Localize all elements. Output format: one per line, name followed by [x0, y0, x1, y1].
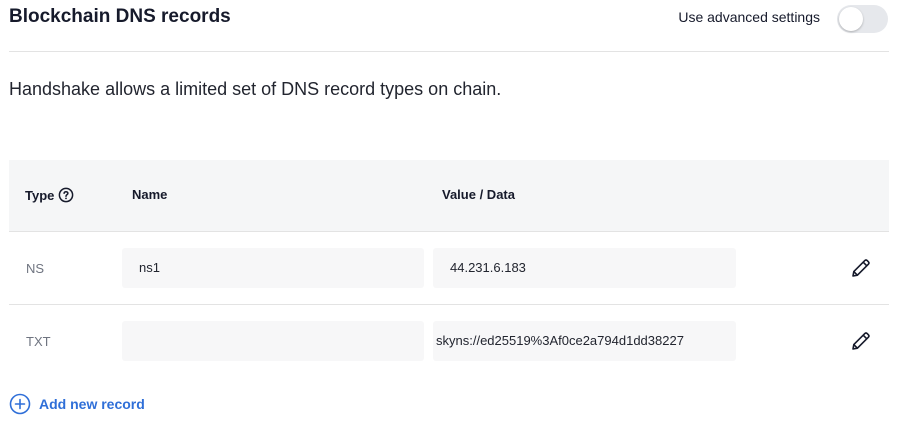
dns-records-table: Type Name Value / Data NS ns1 44.231.6.1… [9, 160, 889, 377]
plus-circle-icon [9, 393, 31, 415]
column-header-name: Name [132, 187, 168, 202]
add-record-button[interactable]: Add new record [9, 393, 145, 415]
add-record-label: Add new record [39, 396, 145, 412]
pencil-icon [852, 332, 870, 350]
column-header-type-label: Type [25, 187, 55, 203]
pencil-icon [852, 259, 870, 277]
record-value-field[interactable]: skyns://ed25519%3Af0ce2a794d1dd38227 [433, 321, 736, 361]
page-title: Blockchain DNS records [9, 6, 231, 27]
table-row: TXT skyns://ed25519%3Af0ce2a794d1dd38227 [9, 305, 889, 377]
column-header-value: Value / Data [442, 187, 515, 202]
toggle-knob [839, 7, 863, 31]
section-description: Handshake allows a limited set of DNS re… [9, 79, 502, 99]
record-name-field[interactable] [122, 321, 424, 361]
advanced-settings-toggle[interactable] [837, 5, 888, 33]
record-type: TXT [26, 334, 51, 349]
record-value-field[interactable]: 44.231.6.183 [433, 248, 736, 288]
record-type: NS [26, 261, 45, 276]
column-header-type: Type [25, 187, 74, 203]
record-name-field[interactable]: ns1 [122, 248, 424, 288]
edit-record-button[interactable] [849, 329, 873, 353]
help-icon[interactable] [58, 187, 74, 203]
table-header: Type Name Value / Data [9, 160, 889, 232]
table-row: NS ns1 44.231.6.183 [9, 232, 889, 305]
edit-record-button[interactable] [849, 256, 873, 280]
advanced-settings-label: Use advanced settings [678, 9, 820, 25]
section-header: Blockchain DNS records Use advanced sett… [9, 0, 889, 52]
